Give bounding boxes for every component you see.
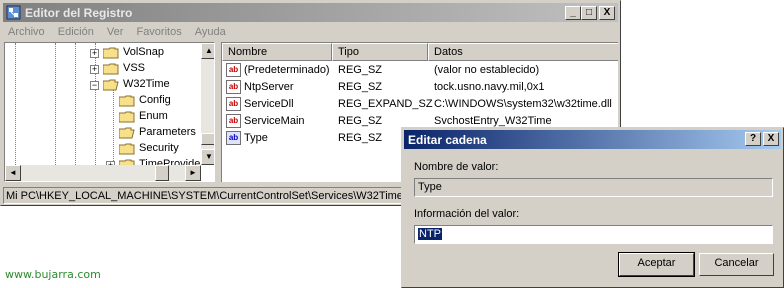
value-name-label: Nombre de valor: [414, 161, 499, 173]
menu-edicion[interactable]: Edición [53, 23, 99, 41]
collapse-icon[interactable]: − [90, 81, 99, 90]
menu-favoritos[interactable]: Favoritos [131, 23, 186, 41]
open-folder-icon [103, 79, 119, 91]
expand-icon[interactable]: + [90, 65, 99, 74]
scroll-left-icon[interactable]: ◄ [5, 165, 21, 181]
tree-item-label: W32Time [123, 78, 170, 90]
watermark: www.bujarra.com [5, 268, 101, 281]
column-header-name[interactable]: Nombre [222, 43, 332, 61]
value-data: SvchostEntry_W32Time [434, 115, 552, 127]
list-row[interactable]: ab ServiceDll REG_EXPAND_SZ C:\WINDOWS\s… [222, 96, 618, 113]
value-data-input[interactable]: NTP [414, 225, 773, 244]
string-value-icon: ab [226, 114, 241, 128]
registry-tree[interactable]: + VolSnap + VSS − W32Time Config Enum Pa… [4, 42, 215, 182]
tree-vertical-scrollbar[interactable]: ▲ ▼ [201, 43, 214, 165]
value-type: REG_SZ [338, 115, 383, 127]
tree-item-vss[interactable]: + VSS [87, 61, 197, 77]
tree-item-enum[interactable]: Enum [119, 109, 199, 125]
scroll-down-icon[interactable]: ▼ [201, 149, 214, 165]
value-name: (Predeterminado) [244, 64, 330, 76]
tree-item-volsnap[interactable]: + VolSnap [87, 45, 197, 61]
string-value-icon: ab [226, 131, 241, 145]
folder-icon [103, 47, 119, 59]
value-type: REG_SZ [338, 64, 383, 76]
tree-horizontal-scrollbar[interactable]: ◄ ► [5, 165, 201, 181]
open-folder-icon [119, 127, 135, 139]
value-data: (valor no establecido) [434, 64, 540, 76]
value-data: C:\WINDOWS\system32\w32time.dll [434, 98, 612, 110]
list-row[interactable]: ab (Predeterminado) REG_SZ (valor no est… [222, 62, 618, 79]
help-button[interactable]: ? [745, 132, 761, 146]
string-value-icon: ab [226, 97, 241, 111]
dialog-close-button[interactable]: X [763, 132, 779, 146]
registry-editor-icon [6, 5, 21, 20]
tree-item-label: Parameters [139, 126, 196, 138]
menu-ver[interactable]: Ver [102, 23, 129, 41]
value-data-label: Información del valor: [414, 208, 520, 220]
minimize-button[interactable]: _ [565, 6, 581, 20]
column-header-type[interactable]: Tipo [332, 43, 428, 61]
string-value-icon: ab [226, 63, 241, 77]
menu-ayuda[interactable]: Ayuda [190, 23, 231, 41]
folder-icon [119, 111, 135, 123]
string-value-icon: ab [226, 80, 241, 94]
tree-item-w32time[interactable]: − W32Time [87, 77, 197, 93]
menu-bar: Archivo Edición Ver Favoritos Ayuda [3, 23, 618, 41]
title-bar[interactable]: Editor del Registro _ □ X [3, 3, 618, 22]
scroll-right-icon[interactable]: ► [185, 165, 201, 181]
value-name: NtpServer [244, 81, 294, 93]
cancel-button[interactable]: Cancelar [699, 253, 774, 276]
selected-text: NTP [418, 228, 442, 240]
folder-icon [119, 143, 135, 155]
edit-string-dialog: Editar cadena ? X Nombre de valor: Type … [401, 127, 784, 288]
column-header-data[interactable]: Datos [428, 43, 618, 61]
list-row[interactable]: ab NtpServer REG_SZ tock.usno.navy.mil,0… [222, 79, 618, 96]
registry-path: Mi PC\HKEY_LOCAL_MACHINE\SYSTEM\CurrentC… [6, 190, 430, 202]
expand-icon[interactable]: + [90, 49, 99, 58]
value-data: tock.usno.navy.mil,0x1 [434, 81, 545, 93]
hscroll-thumb[interactable] [155, 165, 169, 181]
scroll-up-icon[interactable]: ▲ [201, 43, 214, 59]
value-name-field: Type [414, 178, 773, 197]
window-title: Editor del Registro [25, 6, 133, 20]
value-name: Type [244, 132, 268, 144]
value-type: REG_SZ [338, 132, 383, 144]
tree-item-security[interactable]: Security [119, 141, 199, 157]
menu-archivo[interactable]: Archivo [3, 23, 50, 41]
value-type: REG_SZ [338, 81, 383, 93]
value-name: ServiceMain [244, 115, 305, 127]
dialog-title: Editar cadena [408, 133, 487, 147]
value-name: ServiceDll [244, 98, 294, 110]
tree-item-parameters[interactable]: Parameters [119, 125, 199, 141]
folder-icon [119, 95, 135, 107]
value-type: REG_EXPAND_SZ [338, 98, 433, 110]
tree-item-config[interactable]: Config [119, 93, 199, 109]
tree-item-label: Enum [139, 110, 168, 122]
dialog-title-bar[interactable]: Editar cadena ? X [404, 130, 781, 149]
close-button[interactable]: X [599, 6, 615, 20]
tree-item-label: Security [139, 142, 179, 154]
tree-item-label: Config [139, 94, 171, 106]
tree-item-label: VolSnap [123, 46, 164, 58]
scroll-thumb[interactable] [201, 133, 214, 145]
maximize-button[interactable]: □ [581, 6, 597, 20]
folder-icon [103, 63, 119, 75]
ok-button[interactable]: Aceptar [618, 252, 695, 277]
tree-item-label: VSS [123, 62, 146, 74]
